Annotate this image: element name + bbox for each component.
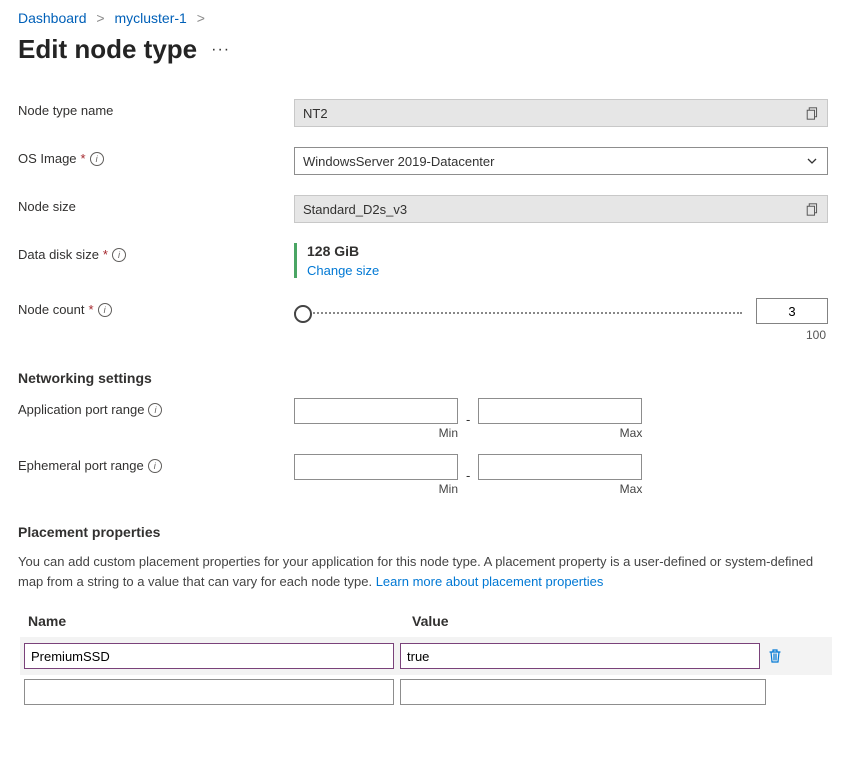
info-icon[interactable]: i: [90, 152, 104, 166]
placement-learn-more[interactable]: Learn more about placement properties: [376, 574, 604, 589]
app-port-max[interactable]: [478, 398, 642, 424]
min-label: Min: [294, 426, 458, 440]
info-icon[interactable]: i: [148, 459, 162, 473]
node-type-name-field: NT2: [294, 99, 828, 127]
placement-name-input[interactable]: [24, 679, 394, 705]
col-name-header: Name: [24, 613, 408, 629]
info-icon[interactable]: i: [148, 403, 162, 417]
placement-value-input[interactable]: [400, 679, 766, 705]
breadcrumb-cluster[interactable]: mycluster-1: [114, 10, 186, 26]
app-port-min[interactable]: [294, 398, 458, 424]
placement-row-empty: [24, 675, 828, 709]
placement-name-input[interactable]: [24, 643, 394, 669]
breadcrumb: Dashboard > mycluster-1 >: [18, 10, 828, 26]
chevron-down-icon: [805, 154, 819, 168]
placement-table: Name Value: [24, 609, 828, 709]
os-image-select[interactable]: WindowsServer 2019-Datacenter: [294, 147, 828, 175]
range-dash: -: [464, 412, 472, 427]
min-label: Min: [294, 482, 458, 496]
label-node-count: Node count * i: [18, 298, 294, 317]
chevron-right-icon: >: [96, 10, 104, 26]
label-node-size: Node size: [18, 195, 294, 214]
max-label: Max: [478, 482, 642, 496]
placement-row: [20, 637, 832, 675]
label-eph-port: Ephemeral port range i: [18, 454, 294, 473]
copy-icon[interactable]: [805, 106, 819, 120]
eph-port-max[interactable]: [478, 454, 642, 480]
chevron-right-icon: >: [197, 10, 205, 26]
col-value-header: Value: [408, 613, 828, 629]
node-count-max: 100: [294, 328, 828, 342]
range-dash: -: [464, 468, 472, 483]
node-size-field: Standard_D2s_v3: [294, 195, 828, 223]
data-disk-value: 128 GiB: [307, 243, 828, 259]
trash-icon[interactable]: [766, 646, 784, 666]
placement-value-input[interactable]: [400, 643, 760, 669]
slider-thumb[interactable]: [294, 305, 312, 323]
placement-desc: You can add custom placement properties …: [18, 552, 828, 591]
placement-heading: Placement properties: [18, 524, 828, 540]
node-count-slider[interactable]: [294, 312, 742, 316]
label-data-disk: Data disk size * i: [18, 243, 294, 262]
info-icon[interactable]: i: [112, 248, 126, 262]
label-app-port: Application port range i: [18, 398, 294, 417]
info-icon[interactable]: i: [98, 303, 112, 317]
more-icon[interactable]: ···: [211, 41, 230, 59]
page-title: Edit node type: [18, 34, 197, 65]
networking-heading: Networking settings: [18, 370, 828, 386]
node-count-input[interactable]: [756, 298, 828, 324]
max-label: Max: [478, 426, 642, 440]
label-node-type-name: Node type name: [18, 99, 294, 118]
change-size-link[interactable]: Change size: [307, 263, 379, 278]
label-os-image: OS Image * i: [18, 147, 294, 166]
breadcrumb-root[interactable]: Dashboard: [18, 10, 87, 26]
copy-icon[interactable]: [805, 202, 819, 216]
eph-port-min[interactable]: [294, 454, 458, 480]
